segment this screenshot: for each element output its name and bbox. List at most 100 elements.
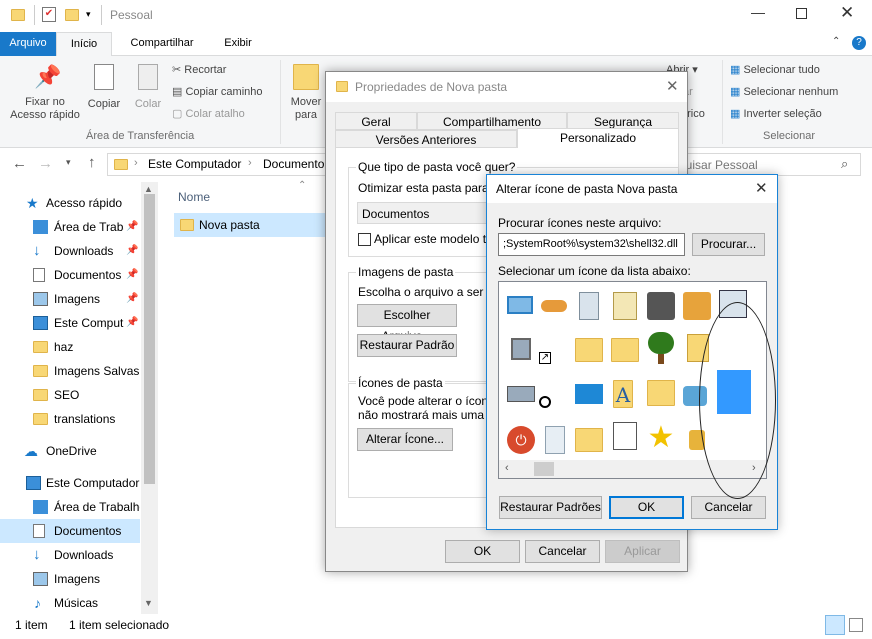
folder-tools-icon[interactable] (573, 424, 605, 456)
nav-desktop-pc[interactable]: Área de Trabalho (0, 495, 140, 519)
file-row-selected[interactable]: Nova pasta (174, 213, 326, 237)
nav-music-pc[interactable]: ♪ Músicas (0, 591, 140, 615)
nav-images-pc[interactable]: Imagens (0, 567, 140, 591)
restore-defaults-button[interactable]: Restaurar Padrões (499, 496, 602, 519)
minimize-icon[interactable]: — (751, 4, 765, 20)
close-icon[interactable]: ✕ (666, 77, 679, 95)
tab-personalizado[interactable]: Personalizado (517, 128, 679, 149)
annotation-ellipse (699, 302, 776, 499)
recycle-bin-empty-icon[interactable] (539, 424, 571, 456)
disc-small-icon[interactable] (539, 396, 551, 408)
help-icon[interactable]: ? (852, 36, 866, 50)
apply-button[interactable]: Aplicar (605, 540, 680, 563)
breadcrumb-segment[interactable]: Este Computador (148, 157, 241, 171)
close-icon[interactable]: ✕ (755, 179, 768, 197)
back-icon[interactable]: ← (12, 155, 27, 172)
nav-this-computer[interactable]: Este Computador (0, 471, 140, 495)
cut-button[interactable]: ✂ Recortar (172, 61, 226, 79)
choose-file-button[interactable]: Escolher Arquivo... (357, 304, 457, 343)
copy-button[interactable]: Copiar (84, 64, 124, 111)
select-none-label: Selecionar nenhum (743, 86, 839, 98)
folder-printer-icon[interactable] (609, 334, 641, 366)
font-folder-icon[interactable]: A (609, 378, 641, 410)
close-icon[interactable]: ✕ (840, 3, 854, 23)
tree-icon[interactable] (645, 332, 677, 364)
nav-documents[interactable]: Documentos 📌 (0, 263, 140, 287)
apply-template-checkbox[interactable] (358, 233, 371, 246)
restore-default-button[interactable]: Restaurar Padrão (357, 334, 457, 357)
checklist-icon[interactable] (609, 422, 641, 454)
search-icon[interactable]: ⌕ (841, 156, 848, 172)
scroll-down-icon[interactable]: ▼ (144, 598, 153, 608)
nav-folder-haz[interactable]: haz (0, 335, 140, 359)
navigation-scrollbar[interactable]: ▲ ▼ (141, 182, 158, 614)
details-view-icon[interactable] (825, 615, 845, 635)
scroll-left-icon[interactable]: ‹ (505, 462, 509, 474)
cancel-button[interactable]: Cancelar (691, 496, 766, 519)
search-box[interactable]: quisar Pessoal ⌕ (668, 153, 861, 176)
tab-exibir[interactable]: Exibir (212, 32, 264, 56)
optimize-select[interactable]: Documentos (357, 202, 487, 224)
nav-onedrive[interactable]: ☁ OneDrive (0, 439, 140, 463)
icon-file-input[interactable]: ;SystemRoot%\system32\shell32.dll (498, 233, 685, 256)
recent-locations-icon[interactable]: ▾ (66, 157, 71, 168)
up-icon[interactable]: ↑ (88, 154, 96, 171)
nav-desktop[interactable]: Área de Traba 📌 (0, 215, 140, 239)
ok-button[interactable]: OK (609, 496, 684, 519)
tab-arquivo[interactable]: Arquivo (0, 32, 56, 56)
quick-access-dropdown-icon[interactable]: ▾ (86, 9, 91, 20)
hand-share-icon[interactable] (539, 290, 571, 322)
cancel-button[interactable]: Cancelar (525, 540, 600, 563)
nav-quick-access[interactable]: ★ Acesso rápido (0, 191, 140, 215)
invert-selection-button[interactable]: ▦ Inverter seleção (730, 105, 822, 123)
select-none-button[interactable]: ▦ Selecionar nenhum (730, 83, 838, 101)
scrollbar-thumb[interactable] (534, 462, 554, 476)
address-bar[interactable]: › Este Computador › Documento (107, 153, 332, 176)
key-icon[interactable] (681, 290, 713, 322)
move-to-button[interactable]: Mover para (286, 64, 326, 122)
column-header-name[interactable]: Nome (178, 190, 210, 204)
tab-inicio[interactable]: Início (56, 32, 112, 57)
tab-versoes-anteriores[interactable]: Versões Anteriores (335, 130, 517, 148)
nav-documents-pc-selected[interactable]: Documentos (0, 519, 140, 543)
search-input[interactable]: quisar Pessoal (679, 158, 758, 172)
forward-icon[interactable]: → (38, 155, 53, 172)
desktop-blue-icon[interactable] (573, 378, 605, 410)
folder-computer-icon[interactable] (645, 378, 677, 410)
tab-geral[interactable]: Geral (335, 112, 417, 130)
nav-downloads-pc[interactable]: ↓ Downloads (0, 543, 140, 567)
power-icon[interactable]: ⏻ (505, 424, 537, 456)
scroll-up-icon[interactable]: ▲ (144, 184, 153, 194)
browse-button[interactable]: Procurar... (692, 233, 765, 256)
calculator-icon[interactable] (609, 290, 641, 322)
nav-folder-seo[interactable]: SEO (0, 383, 140, 407)
ok-button[interactable]: OK (445, 540, 520, 563)
nav-folder-translations[interactable]: translations (0, 407, 140, 431)
collapse-ribbon-icon[interactable]: ⌃ (832, 36, 840, 47)
select-all-button[interactable]: ▦ Selecionar tudo (730, 61, 820, 79)
large-icons-view-icon[interactable] (849, 618, 863, 632)
floppy-drive-icon[interactable] (505, 334, 537, 366)
paste-shortcut-button[interactable]: ▢ Colar atalho (172, 105, 245, 123)
star-favorite-icon[interactable]: ★ (645, 422, 677, 454)
screen-window-icon[interactable] (505, 290, 537, 322)
nav-downloads[interactable]: ↓ Downloads 📌 (0, 239, 140, 263)
copy-path-button[interactable]: ▤ Copiar caminho (172, 83, 263, 101)
new-folder-icon[interactable] (65, 9, 79, 21)
properties-check-icon[interactable]: ✔ (42, 7, 56, 22)
change-icon-button[interactable]: Alterar Ícone... (357, 428, 453, 451)
shortcut-arrow-icon[interactable]: ↗ (539, 352, 551, 364)
maximize-icon[interactable] (796, 8, 807, 19)
network-drive-icon[interactable] (505, 378, 537, 410)
paste-button[interactable]: Colar (128, 64, 168, 111)
nav-this-pc[interactable]: Este Comput 📌 (0, 311, 140, 335)
breadcrumb-segment[interactable]: Documento (263, 157, 324, 171)
nav-images[interactable]: Imagens 📌 (0, 287, 140, 311)
recycle-bin-full-icon[interactable] (573, 290, 605, 322)
scrollbar-thumb[interactable] (144, 194, 155, 484)
disc-drive-icon[interactable] (645, 290, 677, 322)
folder-search-icon[interactable] (573, 334, 605, 366)
tab-compartilhar[interactable]: Compartilhar (120, 32, 204, 56)
pin-quick-access-button[interactable]: 📌 Fixar no Acesso rápido (6, 64, 84, 122)
nav-folder-imagens-salvas[interactable]: Imagens Salvas (0, 359, 140, 383)
